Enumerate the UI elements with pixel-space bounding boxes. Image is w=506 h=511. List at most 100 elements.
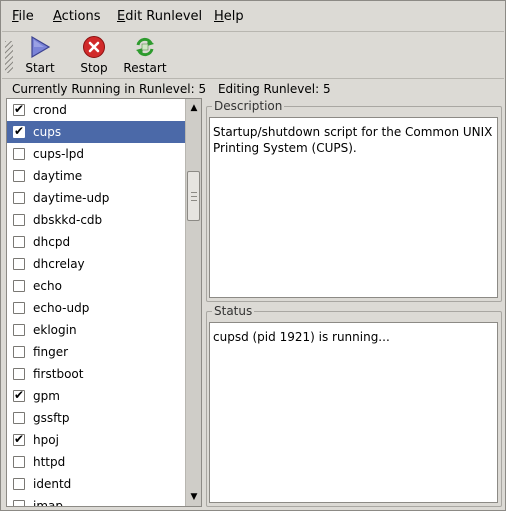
- menu-actions[interactable]: Actions: [53, 9, 101, 24]
- service-name: echo-udp: [33, 301, 90, 315]
- service-row[interactable]: ✔ cups: [7, 121, 186, 143]
- service-name: daytime: [33, 169, 83, 183]
- menu-actions-mnemonic: A: [53, 9, 62, 24]
- menu-edit-runlevel-label: dit Runlevel: [125, 9, 203, 24]
- description-frame: Description Startup/shutdown script for …: [206, 99, 502, 302]
- service-row[interactable]: finger: [7, 341, 186, 363]
- description-text: Startup/shutdown script for the Common U…: [213, 125, 493, 155]
- menu-help-label: elp: [223, 9, 244, 24]
- service-row[interactable]: daytime-udp: [7, 187, 186, 209]
- service-checkbox[interactable]: [13, 456, 25, 468]
- service-row[interactable]: cups-lpd: [7, 143, 186, 165]
- menubar: File Actions Edit Runlevel Help: [2, 2, 504, 32]
- service-checkbox[interactable]: [13, 214, 25, 226]
- start-button-label: Start: [25, 61, 55, 75]
- service-name: firstboot: [33, 367, 84, 381]
- service-name: dhcpd: [33, 235, 71, 249]
- menu-edit-runlevel[interactable]: Edit Runlevel: [117, 9, 202, 24]
- service-row[interactable]: gssftp: [7, 407, 186, 429]
- service-row[interactable]: ✔ gpm: [7, 385, 186, 407]
- service-checkbox[interactable]: [13, 324, 25, 336]
- current-runlevel-label: Currently Running in Runlevel: 5: [12, 82, 207, 96]
- stop-button[interactable]: Stop: [74, 35, 114, 77]
- checkmark-icon: ✔: [14, 388, 25, 402]
- service-row[interactable]: firstboot: [7, 363, 186, 385]
- service-checkbox[interactable]: [13, 302, 25, 314]
- service-row[interactable]: dhcrelay: [7, 253, 186, 275]
- checkmark-icon: ✔: [14, 124, 25, 138]
- service-checkbox[interactable]: [13, 192, 25, 204]
- scroll-down-arrow-icon[interactable]: ▼: [187, 490, 201, 504]
- menu-file[interactable]: File: [12, 9, 34, 24]
- status-text-area[interactable]: cupsd (pid 1921) is running...: [209, 322, 498, 503]
- stop-icon: [83, 36, 105, 58]
- status-text: cupsd (pid 1921) is running...: [213, 330, 390, 344]
- toolbar-grip-handle[interactable]: [5, 41, 13, 73]
- toolbar: Start Stop Restart: [2, 33, 504, 79]
- description-title: Description: [212, 99, 285, 113]
- service-row[interactable]: ✔ crond: [7, 99, 186, 121]
- stop-button-label: Stop: [80, 61, 108, 75]
- services-list-panel: ✔ crond ✔ cups cups-lpd daytime daytime-udp dbs…: [6, 98, 202, 507]
- service-name: daytime-udp: [33, 191, 110, 205]
- services-list[interactable]: ✔ crond ✔ cups cups-lpd daytime daytime-udp dbs…: [7, 99, 186, 506]
- service-checkbox[interactable]: ✔: [13, 124, 25, 138]
- service-configuration-window: File Actions Edit Runlevel Help Start St…: [0, 0, 506, 511]
- service-checkbox[interactable]: ✔: [13, 432, 25, 446]
- service-checkbox[interactable]: ✔: [13, 102, 25, 116]
- service-name: crond: [33, 103, 67, 117]
- checkmark-icon: ✔: [14, 432, 25, 446]
- restart-arrows-icon: [136, 37, 154, 57]
- service-name: eklogin: [33, 323, 77, 337]
- service-checkbox[interactable]: [13, 478, 25, 490]
- service-row[interactable]: httpd: [7, 451, 186, 473]
- scroll-up-arrow-icon[interactable]: ▲: [187, 101, 201, 115]
- service-name: cups: [33, 125, 62, 139]
- service-checkbox[interactable]: [13, 346, 25, 358]
- services-list-scrollbar[interactable]: ▲ ▼: [185, 99, 201, 506]
- menu-help-mnemonic: H: [214, 9, 224, 24]
- service-row[interactable]: dhcpd: [7, 231, 186, 253]
- play-triangle-icon: [31, 35, 51, 59]
- service-name: gpm: [33, 389, 60, 403]
- menu-help[interactable]: Help: [214, 9, 244, 24]
- service-checkbox[interactable]: [13, 368, 25, 380]
- grip-line: [191, 192, 197, 193]
- service-name: echo: [33, 279, 62, 293]
- service-name: dhcrelay: [33, 257, 85, 271]
- menu-actions-label: ctions: [61, 9, 101, 24]
- scrollbar-thumb[interactable]: [187, 171, 200, 221]
- service-checkbox[interactable]: [13, 412, 25, 424]
- service-name: finger: [33, 345, 69, 359]
- service-checkbox[interactable]: [13, 280, 25, 292]
- service-row[interactable]: identd: [7, 473, 186, 495]
- service-row[interactable]: ✔ hpoj: [7, 429, 186, 451]
- editing-runlevel-label: Editing Runlevel: 5: [217, 82, 331, 96]
- service-name: gssftp: [33, 411, 70, 425]
- service-row[interactable]: imap: [7, 495, 186, 506]
- service-name: imap: [33, 499, 63, 506]
- service-row[interactable]: eklogin: [7, 319, 186, 341]
- service-checkbox[interactable]: ✔: [13, 388, 25, 402]
- service-checkbox[interactable]: [13, 170, 25, 182]
- service-checkbox[interactable]: [13, 236, 25, 248]
- service-row[interactable]: echo-udp: [7, 297, 186, 319]
- restart-button[interactable]: Restart: [120, 35, 170, 77]
- grip-line: [191, 200, 197, 201]
- service-name: identd: [33, 477, 72, 491]
- runlevel-info: Currently Running in Runlevel: 5 Editing…: [12, 82, 339, 96]
- description-text-area[interactable]: Startup/shutdown script for the Common U…: [209, 117, 498, 298]
- service-checkbox[interactable]: [13, 258, 25, 270]
- service-row[interactable]: dbskkd-cdb: [7, 209, 186, 231]
- service-name: dbskkd-cdb: [33, 213, 103, 227]
- status-title: Status: [212, 304, 255, 318]
- service-name: httpd: [33, 455, 66, 469]
- service-row[interactable]: echo: [7, 275, 186, 297]
- checkmark-icon: ✔: [14, 102, 25, 116]
- menu-edit-runlevel-mnemonic: E: [117, 9, 126, 24]
- service-checkbox[interactable]: [13, 500, 25, 506]
- service-checkbox[interactable]: [13, 148, 25, 160]
- start-button[interactable]: Start: [20, 35, 60, 77]
- service-row[interactable]: daytime: [7, 165, 186, 187]
- status-frame: Status cupsd (pid 1921) is running...: [206, 304, 502, 507]
